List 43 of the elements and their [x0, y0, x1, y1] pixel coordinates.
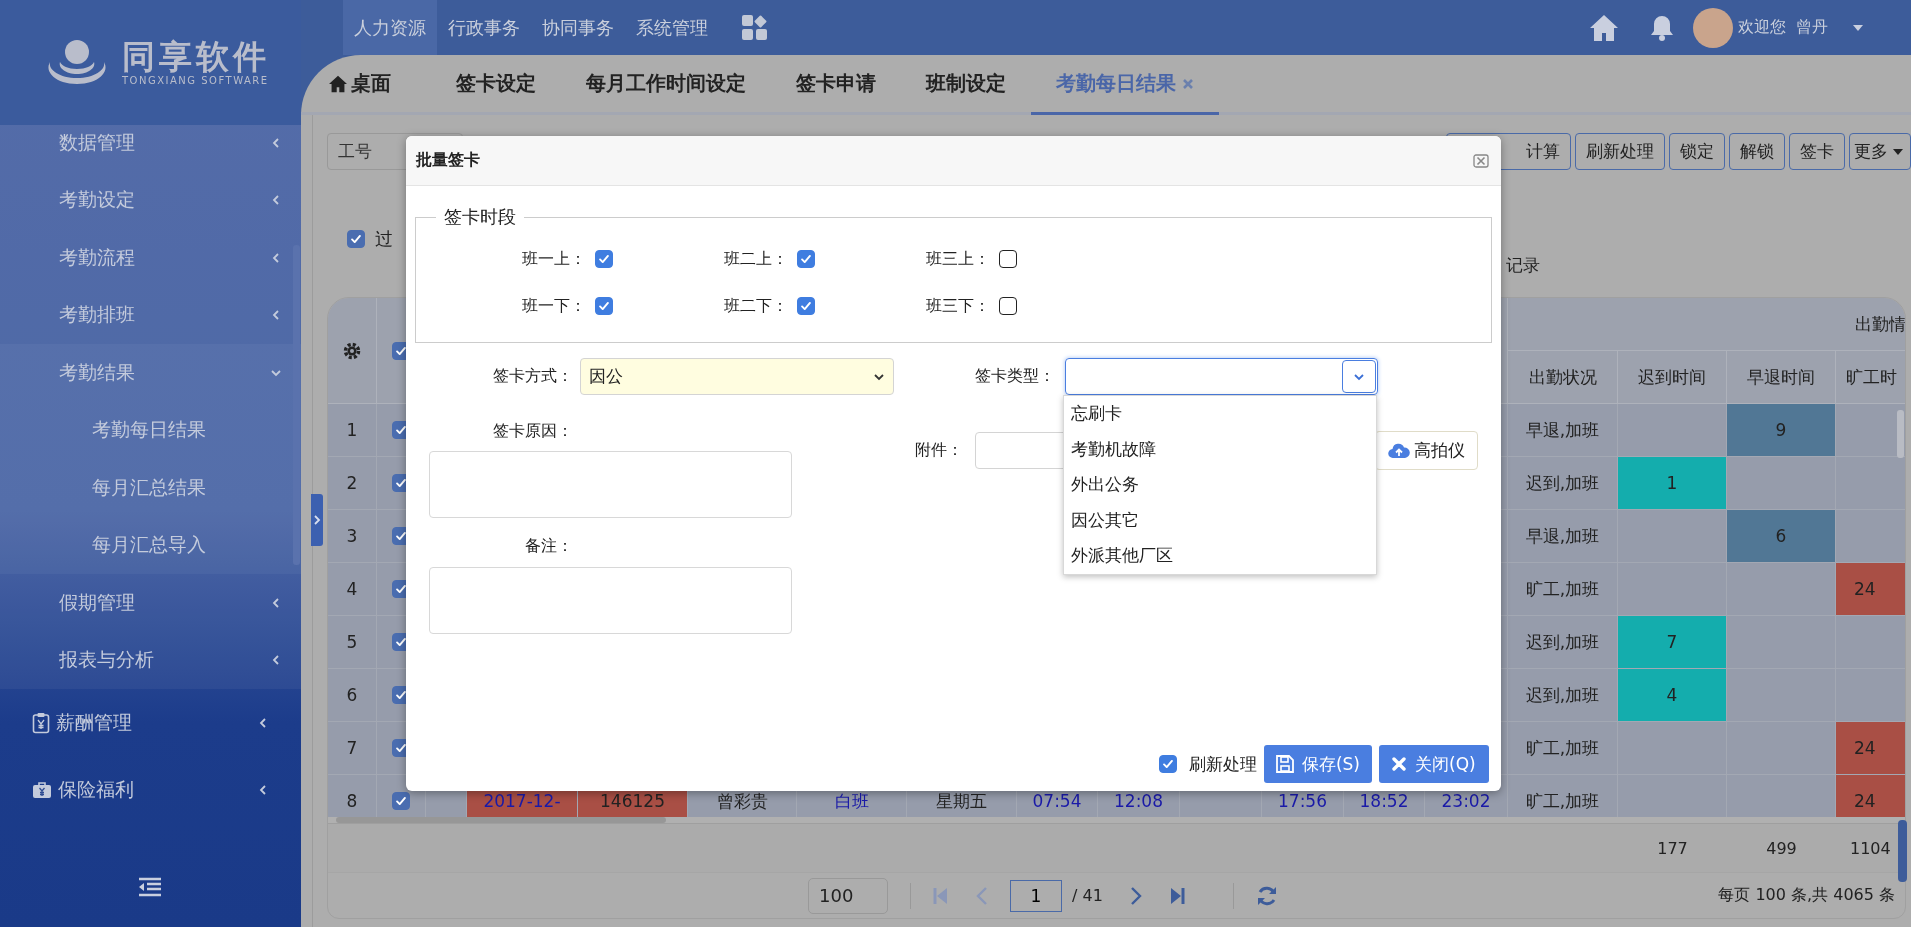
table-cell: 24	[1836, 563, 1905, 616]
group-legend: 签卡时段	[436, 205, 524, 229]
row-number: 2	[328, 457, 377, 510]
row-number: 3	[328, 510, 377, 563]
table-cell: 24	[1836, 722, 1905, 775]
field-label: 班一下：	[521, 295, 586, 317]
logo-name: 同享软件	[122, 38, 270, 76]
table-cell: 9	[1727, 404, 1836, 457]
table-cell: 早退,加班	[1508, 404, 1618, 457]
note-text: 记录	[1506, 254, 1541, 277]
logo-tagline: TONGXIANG SOFTWARE	[122, 75, 270, 87]
field-label: 班二下：	[723, 295, 788, 317]
field-label: 备注：	[524, 535, 573, 557]
checkbox-label: 过	[375, 227, 393, 251]
row-number: 6	[328, 669, 377, 722]
total-value: 177	[1656, 837, 1689, 860]
row-number: 7	[328, 722, 377, 775]
table-cell: 1	[1618, 457, 1727, 510]
field-label: 签卡原因：	[492, 420, 573, 442]
row-number: 5	[328, 616, 377, 669]
table-cell: 6	[1727, 510, 1836, 563]
field-label: 班三上：	[925, 248, 990, 270]
table-cell: 7	[1618, 616, 1727, 669]
checkbox-label: 刷新处理	[1188, 752, 1257, 776]
field-label: 班一上：	[521, 248, 586, 270]
table-cell: 旷工,加班	[1508, 563, 1618, 616]
field-label: 签卡方式：	[492, 366, 573, 387]
total-value: 1104	[1850, 837, 1891, 860]
table-cell: 早退,加班	[1508, 510, 1618, 563]
page-count: / 41	[1072, 886, 1103, 905]
field-label: 签卡类型：	[974, 366, 1055, 387]
table-cell: 4	[1618, 669, 1727, 722]
greeting-text: 欢迎您	[1738, 17, 1786, 38]
field-label: 班二上：	[723, 248, 788, 270]
column-group-header: 出勤情	[1855, 312, 1905, 336]
field-label: 班三下：	[925, 295, 990, 317]
table-cell: 旷工,加班	[1508, 722, 1618, 775]
field-label: 附件：	[914, 440, 963, 461]
total-value: 499	[1765, 837, 1798, 860]
row-number: 1	[328, 404, 377, 457]
table-cell: 24	[1836, 775, 1905, 817]
pagination-summary: 每页 100 条,共 4065 条	[1718, 885, 1895, 906]
row-number: 4	[328, 563, 377, 616]
